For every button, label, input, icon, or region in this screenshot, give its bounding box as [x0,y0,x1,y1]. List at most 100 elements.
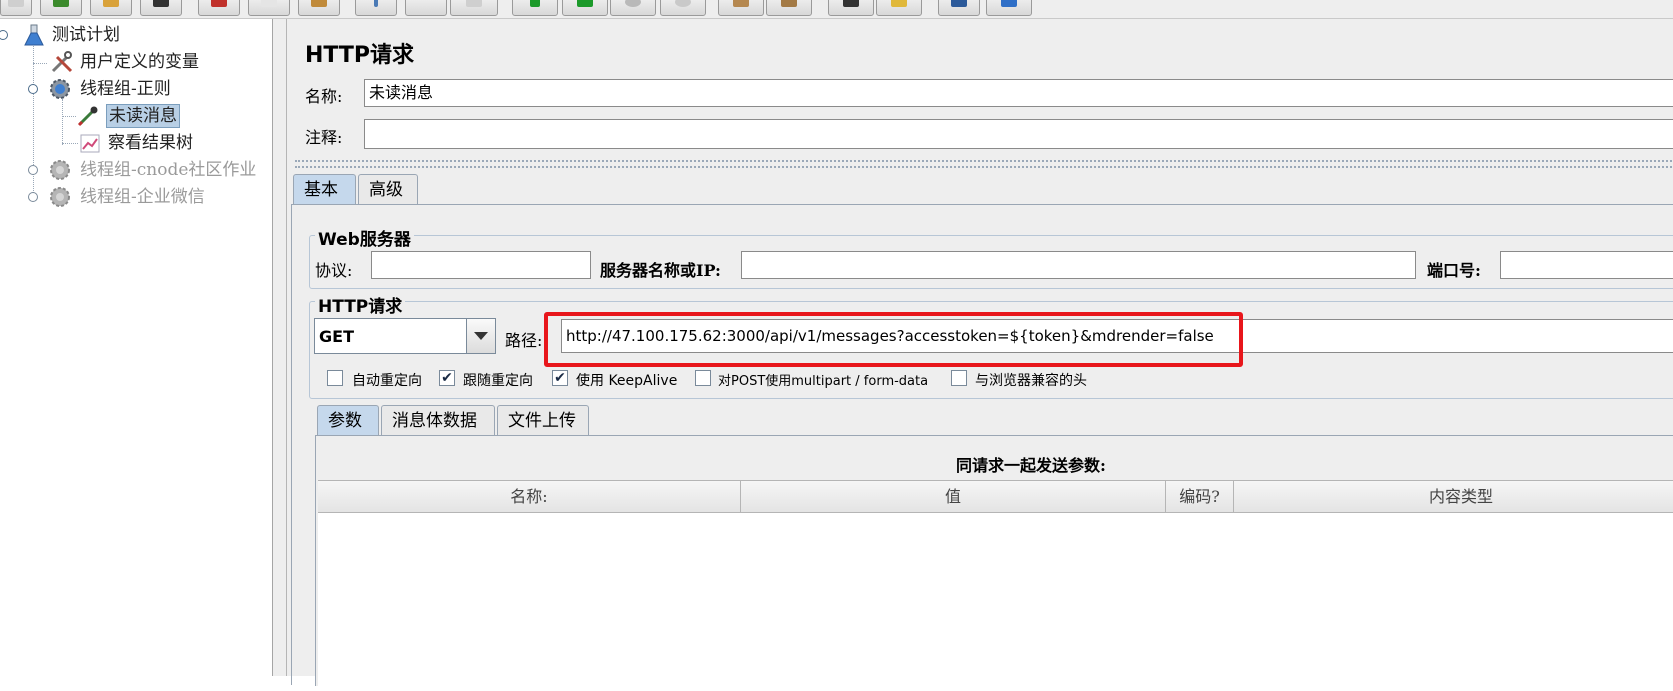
binoculars-icon [843,0,859,7]
protocol-input[interactable] [371,251,591,279]
help-button[interactable] [986,0,1032,16]
toggle-button[interactable] [450,0,498,16]
new-file-icon [8,0,24,7]
auto-redirect-label: 自动重定向 [352,373,422,389]
new-plan-button[interactable] [0,0,32,16]
tree-label-unread-messages: 未读消息 [106,104,180,128]
chart-listener-icon [80,134,100,153]
reset-search-icon [891,0,907,7]
follow-redirect-label: 跟随重定向 [463,373,533,389]
multipart-label: 对POST使用multipart / form-data [718,374,929,389]
parameters-caption: 同请求一起发送参数: [956,456,1106,475]
flask-icon [24,24,44,46]
parameters-area: 同请求一起发送参数: 名称: 值 编码? 内容类型 [315,435,1673,691]
tree-node-thread-group-regex[interactable]: 线程组-正则 [0,77,270,101]
server-input[interactable] [741,251,1416,279]
stop-icon [625,0,641,7]
pane-splitter[interactable] [273,19,287,676]
tree-node-unread-messages[interactable]: 未读消息 [0,104,270,128]
shutdown-button[interactable] [660,0,706,16]
table-header: 名称: 值 编码? 内容类型 [318,481,1673,513]
disabled-gear-icon [50,187,70,207]
name-label: 名称: [305,87,343,106]
chevron-down-icon [474,332,488,340]
play-no-pause-icon [577,0,593,7]
function-helper-icon [951,0,967,7]
tab-body-data[interactable]: 消息体数据 [381,405,495,435]
tree-label-thread-group-wechat: 线程组-企业微信 [80,187,205,207]
http-request-group-title: HTTP请求 [315,292,406,317]
port-input[interactable] [1500,251,1673,279]
tree-node-user-variables[interactable]: 用户定义的变量 [0,50,270,74]
panel-title: HTTP请求 [305,43,415,68]
column-header-encode[interactable]: 编码? [1166,481,1234,512]
tab-parameters[interactable]: 参数 [317,405,379,435]
column-header-name[interactable]: 名称: [318,481,741,512]
collapse-all-button[interactable] [405,0,447,16]
keepalive-label: 使用 KeepAlive [576,373,678,389]
column-header-content-type[interactable]: 内容类型 [1234,481,1673,512]
expand-all-button[interactable] [355,0,397,16]
broom-all-icon [781,0,797,7]
dropdown-arrow-button[interactable] [466,319,495,353]
tree-node-test-plan[interactable]: 测试计划 [0,23,270,47]
help-icon [1001,0,1017,7]
web-server-title: Web服务器 [315,225,414,250]
expand-handle-icon[interactable] [28,165,38,175]
paste-icon [311,0,327,7]
copy-icon [261,0,277,7]
search-button[interactable] [828,0,874,16]
toggle-icon [466,0,482,7]
toolbar [0,0,1673,19]
scissors-icon [211,0,227,7]
save-icon [153,0,169,7]
broom-icon [733,0,749,7]
server-label: 服务器名称或IP: [600,261,721,280]
name-input[interactable]: 未读消息 [364,79,1673,107]
column-header-value[interactable]: 值 [741,481,1166,512]
tree-label-view-results: 察看结果树 [108,133,193,153]
function-helper-button[interactable] [938,0,980,16]
open-button[interactable] [90,0,132,16]
tools-icon [51,51,73,73]
start-button[interactable] [512,0,558,16]
tree-node-view-results[interactable]: 察看结果树 [0,131,270,155]
tree-label-user-variables: 用户定义的变量 [80,52,199,72]
paste-button[interactable] [298,0,340,16]
cut-button[interactable] [198,0,240,16]
method-value: GET [319,327,354,346]
tab-advanced[interactable]: 高级 [358,174,418,204]
tree-node-thread-group-cnode[interactable]: 线程组-cnode社区作业 [0,158,270,182]
templates-icon [53,0,69,7]
browser-headers-checkbox[interactable] [951,370,967,386]
keepalive-checkbox[interactable]: ✔ [552,370,568,386]
tab-files-upload[interactable]: 文件上传 [497,405,589,435]
section-divider[interactable] [295,160,1673,168]
expand-icon [374,0,378,7]
expand-handle-icon[interactable] [28,192,38,202]
test-plan-tree: 测试计划 用户定义的变量 线程组-正则 未读消息 察看结果树 线程组-cnode… [0,19,273,676]
copy-button[interactable] [248,0,290,16]
clear-all-button[interactable] [766,0,812,16]
play-icon [530,0,540,7]
collapse-handle-icon[interactable] [28,84,38,94]
collapse-handle-icon[interactable] [0,30,8,40]
reset-search-button[interactable] [876,0,922,16]
pipette-sampler-icon [77,106,98,127]
tab-basic[interactable]: 基本 [293,174,356,204]
port-label: 端口号: [1427,261,1481,280]
clear-button[interactable] [718,0,764,16]
tree-label-test-plan: 测试计划 [52,25,120,45]
comment-input[interactable] [364,119,1673,149]
templates-button[interactable] [40,0,82,16]
tree-label-thread-group-cnode: 线程组-cnode社区作业 [80,160,257,180]
start-no-pauses-button[interactable] [562,0,608,16]
method-select[interactable]: GET [314,318,496,354]
follow-redirect-checkbox[interactable]: ✔ [439,370,455,386]
multipart-checkbox[interactable] [695,370,711,386]
auto-redirect-checkbox[interactable] [327,370,343,386]
stop-button[interactable] [610,0,656,16]
save-button[interactable] [140,0,182,16]
shutdown-icon [675,0,691,7]
tree-node-thread-group-wechat[interactable]: 线程组-企业微信 [0,185,270,209]
